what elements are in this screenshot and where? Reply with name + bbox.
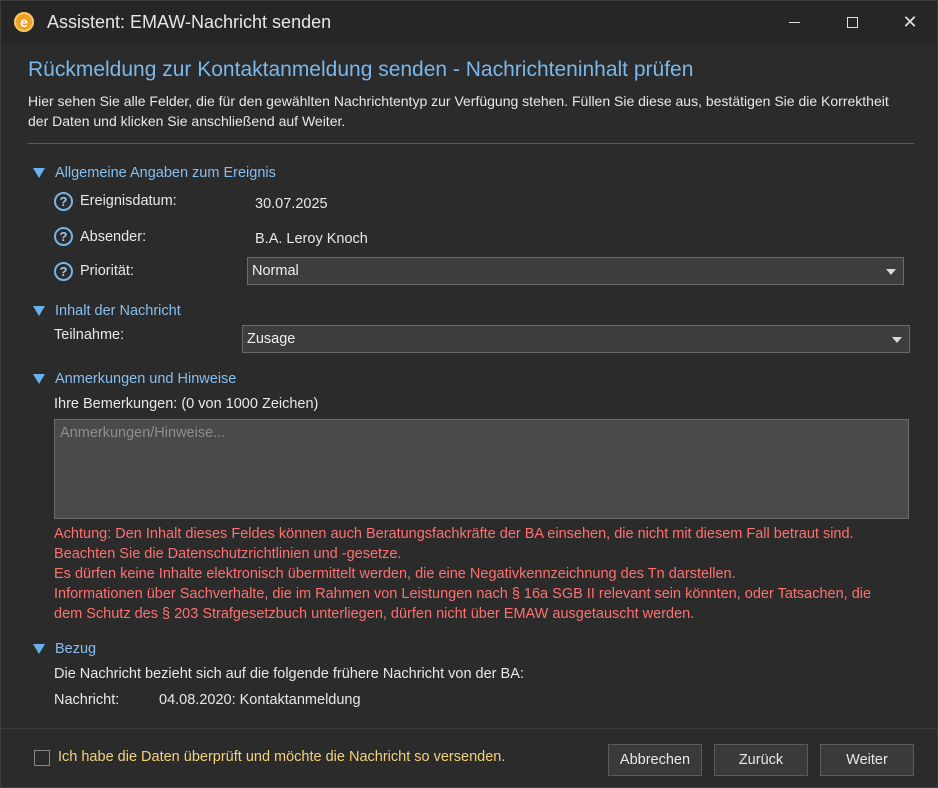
page-intro: Hier sehen Sie alle Felder, die für den …	[28, 93, 889, 129]
footer-divider	[1, 728, 937, 729]
maximize-button[interactable]	[823, 1, 881, 43]
warning-line: Es dürfen keine Inhalte elektronisch übe…	[54, 566, 736, 582]
priority-selected-value: Normal	[252, 263, 299, 279]
section-title: Inhalt der Nachricht	[55, 303, 181, 319]
section-title: Anmerkungen und Hinweise	[55, 371, 237, 387]
page-title: Rückmeldung zur Kontaktanmeldung senden …	[28, 58, 694, 81]
warning-line: Achtung: Den Inhalt dieses Feldes können…	[54, 526, 854, 542]
reference-message-value: 04.08.2020: Kontaktanmeldung	[159, 692, 361, 708]
help-icon[interactable]: ?	[54, 192, 73, 211]
priority-select[interactable]: Normal	[247, 257, 904, 285]
help-icon[interactable]: ?	[54, 262, 73, 281]
collapse-triangle-icon	[33, 374, 45, 384]
warning-line: Beachten Sie die Datenschutzrichtlinien …	[54, 546, 402, 562]
participation-select[interactable]: Zusage	[242, 325, 910, 353]
confirm-checkbox[interactable]	[34, 750, 50, 766]
confirm-checkbox-label[interactable]: Ich habe die Daten überprüft und möchte …	[58, 749, 505, 765]
privacy-warning: Achtung: Den Inhalt dieses Feldes können…	[54, 524, 914, 624]
reference-description: Die Nachricht bezieht sich auf die folge…	[54, 666, 524, 682]
section-toggle-notes[interactable]: Anmerkungen und Hinweise	[33, 371, 236, 387]
help-icon[interactable]: ?	[54, 227, 73, 246]
next-button[interactable]: Weiter	[820, 744, 914, 776]
back-button[interactable]: Zurück	[714, 744, 808, 776]
app-logo-icon: e	[14, 12, 34, 32]
participation-label: Teilnahme:	[54, 327, 125, 343]
collapse-triangle-icon	[33, 168, 45, 178]
maximize-icon	[846, 16, 858, 28]
warning-line: dem Schutz des § 203 Strafgesetzbuch unt…	[54, 606, 695, 622]
collapse-triangle-icon	[33, 644, 45, 654]
warning-line: Informationen über Sachverhalte, die im …	[54, 586, 872, 602]
sender-label: Absender:	[80, 229, 147, 245]
sender-value: B.A. Leroy Knoch	[255, 231, 368, 247]
event-date-label: Ereignisdatum:	[80, 193, 177, 209]
window-title: Assistent: EMAW-Nachricht senden	[47, 12, 332, 32]
divider	[28, 143, 914, 144]
section-toggle-content[interactable]: Inhalt der Nachricht	[33, 303, 181, 319]
reference-message-label: Nachricht:	[54, 692, 120, 708]
section-title: Allgemeine Angaben zum Ereignis	[55, 165, 276, 181]
dialog-window: e Assistent: EMAW-Nachricht senden ✕ Rüc…	[0, 0, 938, 788]
cancel-button[interactable]: Abbrechen	[608, 744, 702, 776]
remarks-textarea[interactable]: Anmerkungen/Hinweise...	[54, 419, 909, 519]
minimize-icon	[788, 21, 800, 23]
section-toggle-general[interactable]: Allgemeine Angaben zum Ereignis	[33, 165, 276, 181]
remarks-placeholder: Anmerkungen/Hinweise...	[60, 425, 226, 441]
participation-selected-value: Zusage	[247, 331, 296, 347]
chevron-down-icon	[892, 337, 902, 343]
collapse-triangle-icon	[33, 306, 45, 316]
section-title: Bezug	[55, 641, 97, 657]
title-bar[interactable]: e Assistent: EMAW-Nachricht senden ✕	[1, 1, 937, 43]
chevron-down-icon	[886, 269, 896, 275]
event-date-value: 30.07.2025	[255, 196, 328, 212]
close-button[interactable]: ✕	[881, 1, 938, 43]
remarks-label: Ihre Bemerkungen: (0 von 1000 Zeichen)	[54, 396, 319, 412]
minimize-button[interactable]	[765, 1, 823, 43]
section-toggle-reference[interactable]: Bezug	[33, 641, 96, 657]
close-icon: ✕	[902, 11, 918, 32]
priority-label: Priorität:	[80, 263, 134, 279]
